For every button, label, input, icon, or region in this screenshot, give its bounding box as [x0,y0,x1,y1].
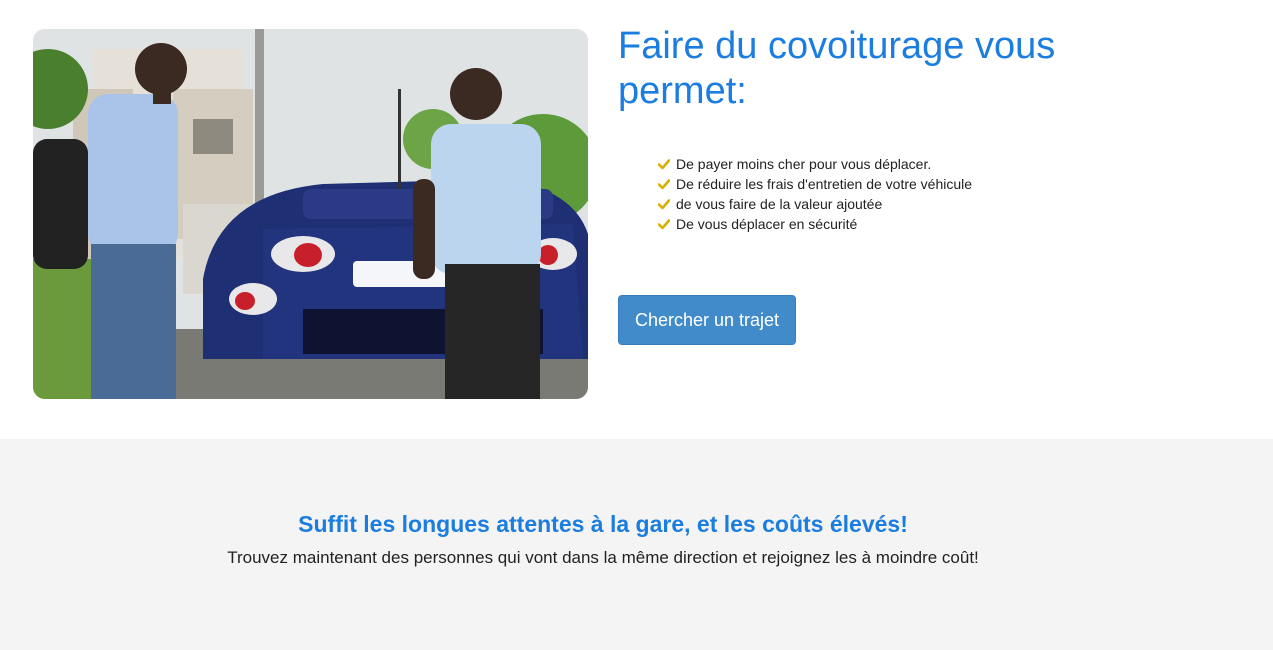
hero-content: Faire du covoiturage vous permet: De pay… [618,24,1238,234]
benefit-text: De vous déplacer en sécurité [676,216,858,232]
promo-title: Suffit les longues attentes à la gare, e… [298,511,908,537]
list-item: De réduire les frais d'entretien de votr… [658,174,1238,194]
list-item: De payer moins cher pour vous déplacer. [658,154,1238,174]
benefits-list: De payer moins cher pour vous déplacer. … [658,154,1238,234]
list-item: de vous faire de la valeur ajoutée [658,194,1238,214]
benefit-text: de vous faire de la valeur ajoutée [676,196,883,212]
promo-subtitle: Trouvez maintenant des personnes qui von… [227,548,979,567]
benefit-text: De réduire les frais d'entretien de votr… [676,176,973,192]
page-title: Faire du covoiturage vous permet: [618,25,1056,112]
benefit-text: De payer moins cher pour vous déplacer. [676,156,932,172]
checkmark-icon [658,198,670,210]
checkmark-icon [658,218,670,230]
list-item: De vous déplacer en sécurité [658,214,1238,234]
carpool-photo-illustration [33,29,588,399]
checkmark-icon [658,178,670,190]
checkmark-icon [658,158,670,170]
promo-band: Suffit les longues attentes à la gare, e… [0,439,1273,650]
hero-photo [33,29,588,399]
search-trip-button[interactable]: Chercher un trajet [618,295,796,345]
hero-section: Faire du covoiturage vous permet: De pay… [0,0,1273,439]
